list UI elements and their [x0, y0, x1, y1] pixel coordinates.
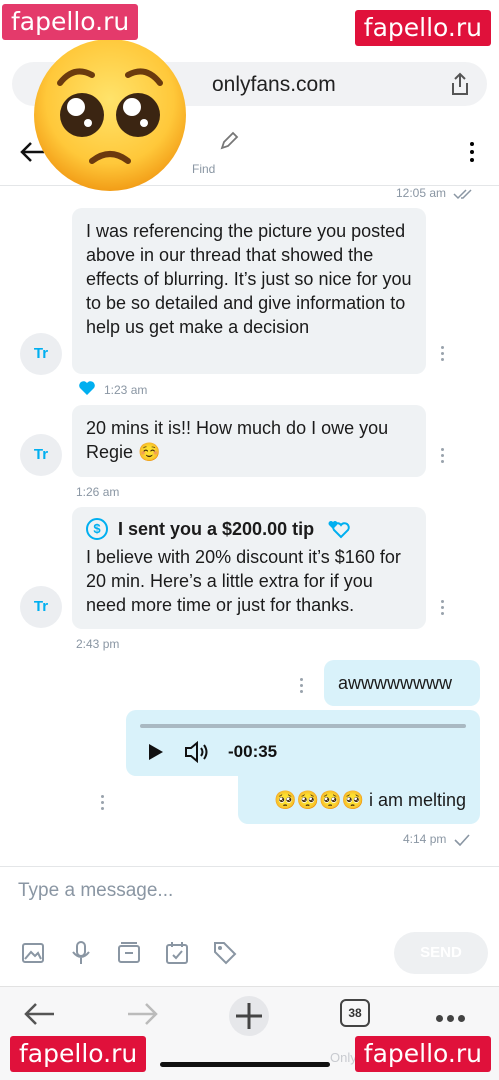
watermark-bottom-right: fapello.ru — [354, 1036, 491, 1072]
double-check-icon — [453, 189, 472, 199]
image-icon[interactable] — [20, 940, 46, 966]
hearts-icon — [328, 521, 350, 539]
watermark-top-left: fapello.ru — [2, 4, 139, 40]
message-time: 4:14 pm — [403, 832, 470, 846]
volume-icon[interactable] — [184, 740, 210, 764]
message-options-icon[interactable] — [100, 795, 104, 811]
browser-forward-icon[interactable] — [126, 999, 160, 1029]
watermark-top-right: fapello.ru — [354, 10, 491, 46]
message-text: I believe with 20% discount it’s $160 fo… — [86, 547, 401, 615]
avatar[interactable]: Tr — [20, 434, 62, 476]
watermark-bottom-left: fapello.ru — [10, 1036, 147, 1072]
message-time: 1:26 am — [76, 485, 120, 499]
audio-message: -00:35 — [126, 710, 480, 776]
message-text: 20 mins it is!! How much do I owe you Re… — [86, 418, 389, 462]
message-options-icon[interactable] — [299, 678, 303, 694]
message-options-icon[interactable] — [440, 448, 444, 464]
message-text: 🥺🥺🥺🥺 i am melting — [274, 790, 466, 810]
share-icon[interactable] — [449, 72, 471, 96]
tip-row: $ I sent you a $200.00 tip — [72, 507, 426, 541]
message-text: I was referencing the picture you posted… — [86, 221, 412, 337]
avatar[interactable]: Tr — [20, 586, 62, 628]
message-options-icon[interactable] — [440, 600, 444, 616]
tip-label: I sent you a $200.00 tip — [118, 519, 315, 539]
tabs-count-button[interactable]: 38 — [340, 999, 370, 1027]
check-icon — [454, 834, 470, 846]
price-tag-icon[interactable] — [212, 940, 238, 966]
message-time: 12:05 am — [396, 186, 475, 200]
send-button[interactable]: SEND — [394, 932, 488, 974]
calendar-icon[interactable] — [164, 940, 190, 966]
avatar[interactable]: Tr — [20, 333, 62, 375]
outgoing-message-bubble: 🥺🥺🥺🥺 i am melting — [238, 776, 480, 824]
browser-menu-icon[interactable] — [436, 1009, 470, 1022]
play-icon[interactable] — [148, 743, 164, 761]
message-time: 1:23 am — [104, 383, 148, 397]
home-indicator — [160, 1062, 330, 1067]
message-text: awwwwwwww — [338, 673, 453, 693]
message-bubble: I was referencing the picture you posted… — [72, 208, 426, 374]
browser-back-icon[interactable] — [22, 999, 56, 1029]
message-input[interactable]: Type a message... — [18, 880, 173, 902]
vault-icon[interactable] — [116, 940, 142, 966]
audio-duration: -00:35 — [228, 742, 278, 761]
url-text: onlyfans.com — [212, 73, 336, 96]
more-options-icon[interactable] — [469, 142, 475, 164]
header-subtitle: Find — [192, 162, 216, 176]
dollar-icon: $ — [86, 518, 108, 540]
outgoing-message-bubble: awwwwwwww — [324, 660, 480, 706]
message-bubble: 20 mins it is!! How much do I owe you Re… — [72, 405, 426, 477]
tip-message-bubble: $ I sent you a $200.00 tip I believe wit… — [72, 507, 426, 629]
audio-progress-track[interactable] — [140, 724, 466, 728]
pleading-face-emoji-icon — [34, 39, 186, 191]
message-time: 2:43 pm — [76, 637, 120, 651]
message-options-icon[interactable] — [440, 346, 444, 362]
microphone-icon[interactable] — [68, 940, 94, 966]
composer-divider — [0, 866, 499, 867]
new-tab-icon[interactable] — [228, 995, 270, 1037]
heart-liked-icon[interactable] — [78, 380, 96, 396]
pencil-icon[interactable] — [218, 130, 240, 152]
